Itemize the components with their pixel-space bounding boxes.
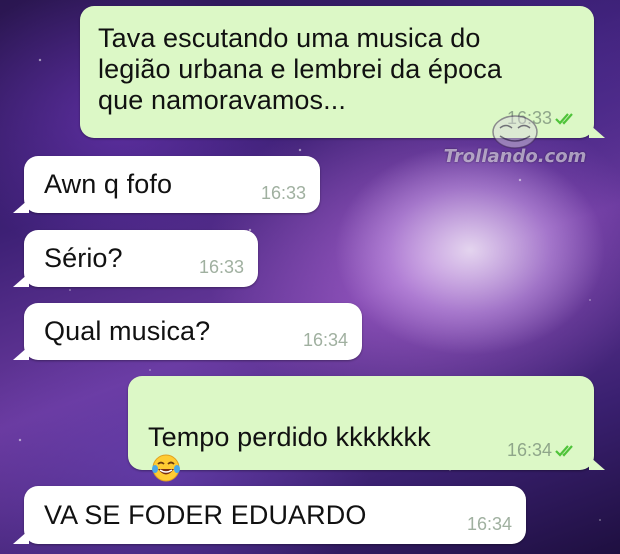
message-text: VA SE FODER EDUARDO: [44, 500, 367, 530]
message-time: 16:33: [506, 108, 552, 128]
face-with-tears-of-joy-icon: [152, 454, 180, 482]
watermark-text: Trollando.com: [443, 146, 587, 167]
message-time: 16:34: [466, 514, 512, 534]
message-time: 16:34: [302, 330, 348, 350]
message-bubble-incoming[interactable]: Awn q fofo 16:33: [13, 156, 320, 213]
message-meta: 16:34: [303, 330, 348, 351]
bubble-tail: [13, 530, 29, 544]
message-bubble-incoming[interactable]: Sério? 16:33: [13, 230, 258, 287]
message-bubble-outgoing[interactable]: Tempo perdido kkkkkkk 16:34: [128, 376, 605, 515]
message-time: 16:33: [198, 257, 244, 277]
message-bubble-outgoing[interactable]: Tava escutando uma musica do legião urba…: [80, 6, 605, 138]
bubble-tail: [13, 273, 29, 287]
double-check-icon: [555, 112, 573, 125]
message-bubble-incoming[interactable]: Qual musica? 16:34: [13, 303, 362, 360]
double-check-icon: [555, 444, 573, 457]
bubble-tail: [13, 346, 29, 360]
message-text-content: Tempo perdido kkkkkkk: [148, 422, 431, 452]
bubble-tail: [589, 456, 605, 470]
message-meta: 16:33: [199, 257, 244, 278]
message-meta: 16:33: [507, 108, 580, 129]
bubble-tail: [13, 199, 29, 213]
message-meta: 16:34: [467, 514, 512, 535]
message-time: 16:34: [506, 440, 552, 460]
message-meta: 16:33: [261, 183, 306, 204]
message-text: Qual musica?: [44, 316, 211, 346]
message-text: Tava escutando uma musica do legião urba…: [98, 23, 502, 115]
message-meta: 16:34: [507, 440, 580, 461]
message-time: 16:33: [260, 183, 306, 203]
message-bubble-incoming[interactable]: VA SE FODER EDUARDO 16:34: [13, 486, 526, 544]
bubble-tail: [589, 124, 605, 138]
